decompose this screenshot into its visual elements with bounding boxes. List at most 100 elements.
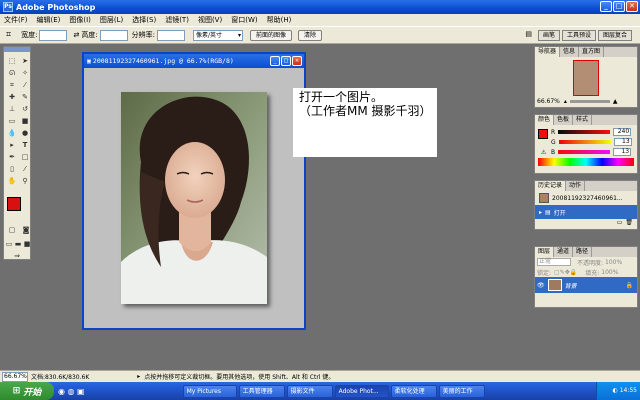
task-photo-files[interactable]: 摄影文件 (286, 384, 333, 398)
b-slider[interactable] (558, 150, 611, 154)
quick-launch-icons[interactable]: ◉ ◍ ▣ (58, 387, 85, 396)
start-button[interactable]: ⊞ 开始 (0, 382, 54, 400)
menu-select[interactable]: 选择(S) (132, 15, 156, 25)
eraser-tool-icon[interactable]: ▭ (6, 116, 18, 127)
b-value[interactable]: 13 (613, 148, 632, 156)
dodge-tool-icon[interactable]: ● (19, 128, 31, 139)
palette-well-icon[interactable]: ▤ (525, 30, 532, 41)
menu-layer[interactable]: 图层(L) (100, 15, 123, 25)
tab-swatches[interactable]: 色板 (554, 115, 574, 125)
menu-edit[interactable]: 编辑(E) (37, 15, 61, 25)
tab-layer-comps[interactable]: 图层复合 (597, 30, 632, 41)
blur-tool-icon[interactable]: 💧 (6, 128, 18, 139)
status-doc-info[interactable]: 文档:830.6K/830.6K (31, 372, 89, 381)
tray-icons[interactable]: ◐ (613, 387, 620, 394)
zoom-out-icon[interactable]: ▴ (564, 98, 567, 105)
width-input[interactable] (39, 29, 68, 41)
tab-brushes[interactable]: 画笔 (537, 30, 560, 41)
slice-tool-icon[interactable]: ⁄ (19, 80, 31, 91)
portrait-photo[interactable] (121, 92, 267, 304)
screen-mode-full-icon[interactable]: ■ (23, 239, 31, 250)
tab-styles[interactable]: 样式 (573, 115, 593, 125)
doc-close-button[interactable]: ✕ (292, 56, 302, 66)
doc-maximize-button[interactable]: □ (281, 56, 291, 66)
front-image-button[interactable]: 前面的图像 (250, 29, 293, 41)
menu-help[interactable]: 帮助(H) (267, 15, 292, 25)
task-my-pictures[interactable]: My Pictures (182, 384, 237, 398)
jump-to-imageready-icon[interactable]: ⇒ (6, 251, 28, 262)
foreground-color-swatch[interactable] (7, 197, 21, 211)
eyedropper-tool-icon[interactable]: ⁄ (19, 164, 31, 175)
tab-paths[interactable]: 路径 (573, 247, 593, 257)
clear-button[interactable]: 清除 (298, 29, 323, 41)
task-soften[interactable]: 柔软化处理 (390, 384, 437, 398)
navigator-thumbnail[interactable] (573, 60, 599, 96)
tab-color[interactable]: 颜色 (535, 115, 555, 125)
crop-tool-icon[interactable]: ⌗ (6, 80, 18, 91)
zoom-in-icon[interactable]: ▲ (613, 98, 618, 105)
clone-stamp-icon[interactable]: ⊥ (6, 104, 18, 115)
screen-mode-standard-icon[interactable]: ▭ (5, 239, 13, 250)
menu-image[interactable]: 图像(I) (69, 15, 91, 25)
healing-brush-icon[interactable]: ✚ (6, 92, 18, 103)
r-value[interactable]: 240 (613, 128, 632, 136)
layer-row-background[interactable]: 👁 背景 🔒 (535, 277, 637, 293)
unit-select[interactable]: 像素/英寸 (193, 29, 244, 41)
path-selection-icon[interactable]: ▸ (6, 140, 18, 151)
navigator-zoom-value[interactable]: 66.67% (537, 98, 560, 105)
maximize-button[interactable]: □ (613, 1, 625, 12)
status-zoom[interactable]: 66.67% (2, 371, 28, 382)
blend-mode-select[interactable]: 正常 (537, 258, 571, 266)
tab-navigator[interactable]: 导航器 (535, 47, 561, 57)
navigator-zoom-slider[interactable] (569, 99, 610, 103)
crop-tool-icon[interactable]: ⌗ (6, 30, 11, 40)
pen-tool-icon[interactable]: ✒ (6, 152, 18, 163)
color-spectrum-bar[interactable] (538, 158, 634, 166)
quick-mask-icon[interactable]: ◙ (20, 225, 32, 236)
task-beautiful-work[interactable]: 美丽的工作 (438, 384, 485, 398)
brush-tool-icon[interactable]: ✎ (19, 92, 31, 103)
lasso-tool-icon[interactable]: ᘏ (6, 68, 18, 79)
doc-minimize-button[interactable]: _ (270, 56, 280, 66)
tab-channels[interactable]: 通道 (554, 247, 574, 257)
close-button[interactable]: ✕ (626, 1, 638, 12)
trash-icon[interactable]: 🗑 (625, 219, 633, 227)
tab-info[interactable]: 信息 (560, 47, 580, 57)
g-slider[interactable] (558, 140, 611, 144)
g-value[interactable]: 13 (613, 138, 632, 146)
lock-icons[interactable]: ▢✎✥🔒 (554, 269, 577, 276)
fill-value[interactable]: 100% (601, 269, 618, 276)
history-step[interactable]: ▸ ▤ 打开 (535, 205, 637, 219)
history-brush-icon[interactable]: ↺ (19, 104, 31, 115)
gradient-tool-icon[interactable]: ■ (19, 116, 31, 127)
color-fg-swatch[interactable] (538, 129, 548, 139)
shape-tool-icon[interactable]: □ (19, 152, 31, 163)
hand-tool-icon[interactable]: ✋ (6, 176, 18, 187)
height-input[interactable] (99, 29, 128, 41)
menu-view[interactable]: 视图(V) (198, 15, 222, 25)
tab-tool-presets[interactable]: 工具预设 (561, 30, 596, 41)
new-snapshot-icon[interactable]: ▭ (617, 219, 623, 227)
type-tool-icon[interactable]: T (19, 140, 31, 151)
opacity-value[interactable]: 100% (605, 259, 622, 266)
zoom-tool-icon[interactable]: ⚲ (19, 176, 31, 187)
menu-file[interactable]: 文件(F) (4, 15, 28, 25)
menu-window[interactable]: 窗口(W) (231, 15, 257, 25)
document-window[interactable]: ▣ 20081192327460961.jpg @ 66.7%(RGB/8) _… (82, 52, 306, 330)
resolution-input[interactable] (157, 29, 186, 41)
tab-layers[interactable]: 图层 (535, 247, 555, 257)
notes-tool-icon[interactable]: ▯ (6, 164, 18, 175)
tab-actions[interactable]: 动作 (566, 181, 586, 191)
menu-filter[interactable]: 滤镜(T) (165, 15, 189, 25)
tab-histogram[interactable]: 直方图 (579, 47, 605, 57)
r-slider[interactable] (558, 130, 611, 134)
task-photoshop[interactable]: Adobe Phot... (334, 384, 389, 398)
status-arrow-icon[interactable]: ▸ (137, 373, 140, 380)
eye-icon[interactable]: 👁 (537, 282, 545, 289)
marquee-tool-icon[interactable]: ⬚ (6, 56, 18, 67)
document-titlebar[interactable]: ▣ 20081192327460961.jpg @ 66.7%(RGB/8) _… (84, 54, 304, 68)
task-tool-manager[interactable]: 工具管理器 (238, 384, 285, 398)
magic-wand-tool-icon[interactable]: ✧ (19, 68, 31, 79)
minimize-button[interactable]: _ (600, 1, 612, 12)
screen-mode-menu-icon[interactable]: ▬ (14, 239, 22, 250)
